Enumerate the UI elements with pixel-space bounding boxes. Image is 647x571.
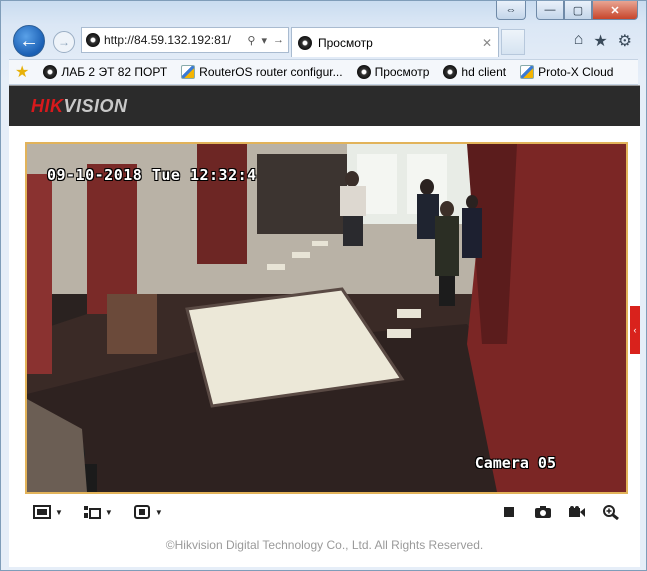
browser-window: ⇔ — ▢ ✕ ← → http://84.59.132.192:81/ ⚲ ▾… bbox=[0, 0, 647, 571]
favorites-bar: ★ ЛАБ 2 ЭТ 82 ПОРТ RouterOS router confi… bbox=[9, 59, 638, 85]
stream-type-icon bbox=[83, 505, 101, 519]
osd-datetime: 09-10-2018 Tue 12:32:4 bbox=[47, 166, 257, 184]
ptz-panel-toggle[interactable]: ‹ bbox=[630, 306, 640, 354]
favorites-star-icon[interactable]: ★ bbox=[15, 62, 29, 82]
browser-tab-active[interactable]: Просмотр ✕ bbox=[291, 27, 499, 57]
address-bar[interactable]: http://84.59.132.192:81/ ⚲ ▾ → bbox=[81, 27, 289, 53]
camera-frame bbox=[27, 144, 626, 492]
tab-title: Просмотр bbox=[318, 35, 373, 50]
snapshot-icon[interactable] bbox=[534, 505, 552, 519]
stream-type-control[interactable]: ▼ bbox=[83, 505, 113, 519]
page-icon bbox=[520, 65, 535, 79]
site-favicon-icon bbox=[86, 33, 100, 47]
favorite-item[interactable]: ЛАБ 2 ЭТ 82 ПОРТ bbox=[43, 65, 167, 79]
forward-button[interactable]: → bbox=[53, 31, 75, 53]
copyright-footer: ©Hikvision Digital Technology Co., Ltd. … bbox=[165, 538, 484, 552]
page-content: HIKVISION 09-10-2018 Tue 12:32:4 Camera … bbox=[9, 85, 640, 567]
favorite-label: hd client bbox=[461, 65, 507, 79]
caret-down-icon: ▼ bbox=[104, 507, 113, 517]
window-layout-icon bbox=[33, 505, 51, 519]
hikvision-header: HIKVISION bbox=[9, 86, 640, 126]
star-icon[interactable]: ★ bbox=[593, 31, 607, 51]
new-tab-button[interactable] bbox=[501, 29, 525, 55]
tab-close-icon[interactable]: ✕ bbox=[482, 36, 492, 50]
close-window-button[interactable]: ✕ bbox=[592, 1, 638, 20]
favorite-item[interactable]: hd client bbox=[443, 65, 506, 79]
navigation-bar: ← → http://84.59.132.192:81/ ⚲ ▾ → Просм… bbox=[9, 23, 638, 57]
stop-icon[interactable] bbox=[500, 505, 518, 519]
aspect-ratio-control[interactable]: ▼ bbox=[133, 505, 163, 519]
favorite-label: ЛАБ 2 ЭТ 82 ПОРТ bbox=[61, 65, 168, 79]
url-text[interactable]: http://84.59.132.192:81/ bbox=[104, 33, 231, 47]
record-icon[interactable] bbox=[568, 505, 586, 519]
favorite-item[interactable]: Просмотр bbox=[356, 65, 430, 79]
back-arrow-icon: ← bbox=[19, 29, 39, 52]
hikvision-logo: HIKVISION bbox=[31, 95, 128, 116]
browser-tools: ⌂ ★ ⚙ bbox=[574, 31, 632, 51]
camera-site-icon bbox=[43, 65, 58, 79]
live-video-view[interactable]: 09-10-2018 Tue 12:32:4 Camera 05 bbox=[25, 142, 628, 494]
tab-favicon-icon bbox=[298, 35, 312, 50]
caret-down-icon: ▼ bbox=[55, 507, 63, 517]
camera-site-icon bbox=[443, 65, 458, 79]
digital-zoom-icon[interactable] bbox=[602, 505, 620, 520]
restore-window-button[interactable]: ⇔ bbox=[496, 1, 526, 20]
dropdown-caret-icon[interactable]: ▾ bbox=[261, 34, 267, 47]
favorite-item[interactable]: RouterOS router configur... bbox=[181, 65, 343, 79]
maximize-button[interactable]: ▢ bbox=[564, 1, 592, 20]
search-icon[interactable]: ⚲ bbox=[247, 34, 255, 47]
playback-controls bbox=[500, 505, 620, 520]
favorite-label: RouterOS router configur... bbox=[199, 65, 343, 79]
favorite-item[interactable]: Proto-X Cloud bbox=[520, 65, 613, 79]
window-layout-control[interactable]: ▼ bbox=[33, 505, 63, 519]
forward-arrow-icon: → bbox=[58, 35, 70, 49]
favorite-label: Proto-X Cloud bbox=[538, 65, 614, 79]
aspect-ratio-icon bbox=[133, 505, 151, 519]
back-button[interactable]: ← bbox=[13, 25, 45, 57]
address-tools: ⚲ ▾ → bbox=[247, 34, 288, 47]
favorite-label: Просмотр bbox=[374, 65, 430, 79]
caret-down-icon: ▼ bbox=[154, 507, 163, 517]
page-icon bbox=[181, 65, 196, 79]
refresh-icon[interactable]: → bbox=[273, 34, 284, 47]
home-icon[interactable]: ⌂ bbox=[574, 31, 584, 51]
chevron-left-icon: ‹ bbox=[633, 325, 637, 335]
gear-icon[interactable]: ⚙ bbox=[618, 31, 632, 51]
osd-camera-name: Camera 05 bbox=[474, 454, 556, 472]
minimize-button[interactable]: — bbox=[536, 1, 564, 20]
window-caption-buttons: ⇔ — ▢ ✕ bbox=[496, 1, 638, 23]
camera-site-icon bbox=[356, 65, 371, 79]
video-toolbar: ▼ ▼ ▼ bbox=[25, 498, 628, 526]
